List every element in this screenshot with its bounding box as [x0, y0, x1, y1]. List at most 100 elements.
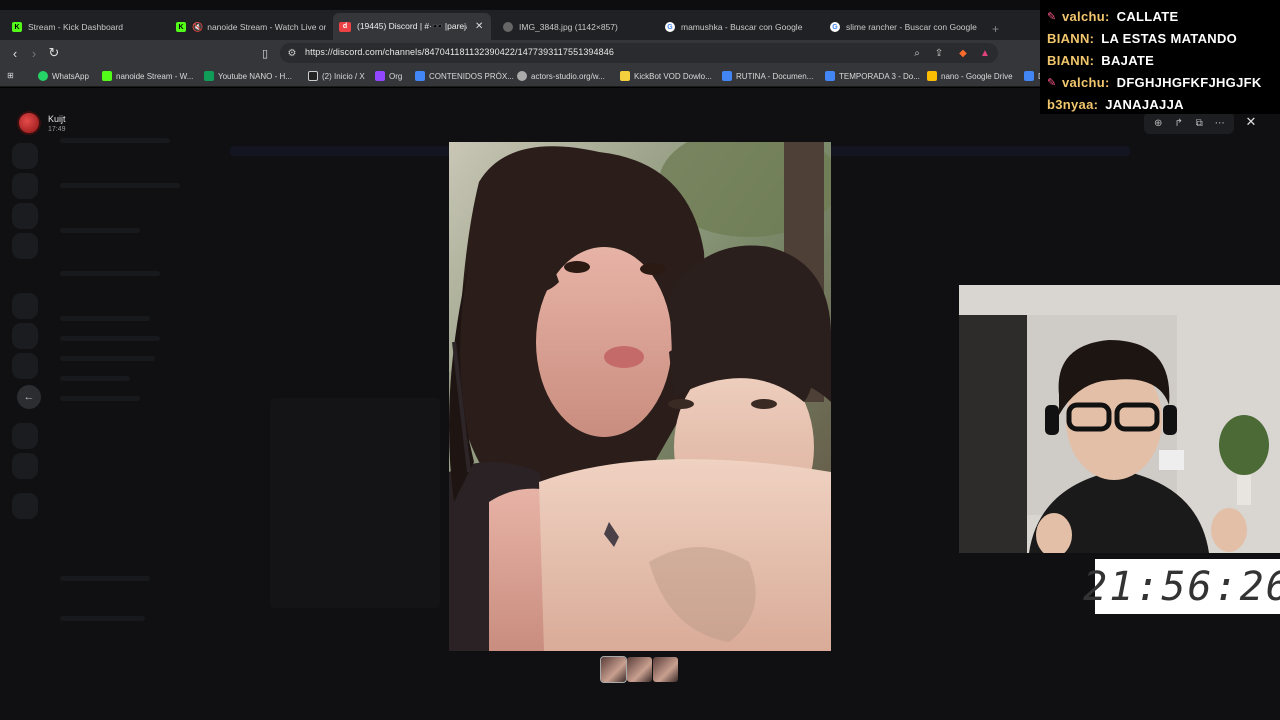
- server-icon: [12, 493, 38, 519]
- site-info-icon[interactable]: ⚙: [285, 46, 299, 60]
- docs-icon: [825, 71, 835, 81]
- server-icon: [12, 453, 38, 479]
- uploader-name[interactable]: Kuijt: [48, 114, 66, 124]
- kick-icon: K: [176, 22, 186, 32]
- image-preview[interactable]: [449, 142, 831, 651]
- share-icon[interactable]: ⇪: [932, 46, 946, 60]
- back-button[interactable]: ‹: [6, 44, 24, 62]
- bookmark-item[interactable]: KickBot VOD Dowlo...: [620, 71, 712, 81]
- kickbot-icon: [620, 71, 630, 81]
- zoom-icon[interactable]: ⌕: [910, 46, 924, 60]
- server-icon: [12, 203, 38, 229]
- bookmark-item[interactable]: Org: [375, 71, 402, 81]
- tab-title: (19445) Discord | #·🕶️ |parejas: [357, 21, 467, 31]
- channel-item: [60, 138, 170, 143]
- close-viewer-button[interactable]: ✕: [1241, 112, 1261, 132]
- message-attachment: [270, 398, 440, 608]
- zoom-in-icon[interactable]: ⊕: [1150, 115, 1166, 131]
- bookmark-label: WhatsApp: [52, 71, 89, 81]
- bookmark-item[interactable]: Youtube NANO - H...: [204, 71, 292, 81]
- kick-icon: K: [12, 22, 22, 32]
- server-icon: [12, 323, 38, 349]
- chat-username: valchu:: [1062, 8, 1110, 24]
- chat-message: ✎ valchu: DFGHJHGFKFJHGJFK: [1047, 71, 1280, 93]
- server-icon: [12, 293, 38, 319]
- uploader-info: Kuijt 17:49: [17, 111, 66, 135]
- bookmark-icon[interactable]: ▯: [256, 44, 274, 62]
- open-external-icon[interactable]: ⧉: [1191, 115, 1207, 131]
- tab-title: slime rancher - Buscar con Google: [846, 22, 977, 32]
- chat-username: valchu:: [1062, 74, 1110, 90]
- bookmark-label: KickBot VOD Dowlo...: [634, 71, 712, 81]
- chat-text: DFGHJHGFKFJHGJFK: [1116, 74, 1262, 90]
- viewer-toolbar: ⊕ ↱ ⧉ ⋯: [1144, 112, 1234, 134]
- reload-button[interactable]: ↻: [45, 44, 63, 62]
- chat-text: LA ESTAS MATANDO: [1101, 30, 1238, 46]
- bookmark-label: Youtube NANO - H...: [218, 71, 292, 81]
- browser-tab[interactable]: K 🔇 nanoide Stream - Watch Live on: [176, 16, 326, 38]
- globe-icon: [517, 71, 527, 81]
- browser-tab-active[interactable]: d (19445) Discord | #·🕶️ |parejas ✕: [333, 13, 491, 40]
- bookmark-item[interactable]: WhatsApp: [38, 71, 89, 81]
- bookmark-item[interactable]: nanoide Stream - W...: [102, 71, 193, 81]
- server-icon: [12, 233, 38, 259]
- apps-grid-icon[interactable]: ⊞: [7, 71, 14, 80]
- bookmark-item[interactable]: TEMPORADA 3 - Do...: [825, 71, 920, 81]
- bookmark-label: RUTINA - Documen...: [736, 71, 814, 81]
- twitch-icon: [375, 71, 385, 81]
- channel-item: [60, 616, 145, 621]
- browser-tab[interactable]: G slime rancher - Buscar con Google: [830, 16, 985, 38]
- channel-item: [60, 376, 130, 381]
- browser-tab[interactable]: IMG_3848.jpg (1142×857): [503, 16, 653, 38]
- close-tab-icon[interactable]: ✕: [475, 21, 483, 32]
- channel-item: [60, 336, 160, 341]
- previous-image-button[interactable]: ←: [17, 385, 41, 409]
- google-icon: G: [665, 22, 675, 32]
- chat-message: ✎ valchu: CALLATE: [1047, 5, 1280, 27]
- bookmark-item[interactable]: actors-studio.org/w...: [517, 71, 605, 81]
- docs-icon: [1024, 71, 1034, 81]
- rewards-icon[interactable]: ▲: [978, 46, 992, 60]
- address-bar[interactable]: ⚙ https://discord.com/channels/847041181…: [280, 43, 998, 63]
- drive-icon: [927, 71, 937, 81]
- x-icon: [308, 71, 318, 81]
- browser-tab[interactable]: G mamushka - Buscar con Google: [665, 16, 820, 38]
- pencil-badge-icon: ✎: [1047, 76, 1057, 89]
- chat-message: b3nyaa: JANAJAJJA: [1047, 93, 1280, 115]
- more-options-icon[interactable]: ⋯: [1212, 115, 1228, 131]
- channel-item: [60, 316, 150, 321]
- avatar[interactable]: [17, 111, 41, 135]
- bookmark-item[interactable]: nano - Google Drive: [927, 71, 1013, 81]
- browser-tab[interactable]: K Stream - Kick Dashboard: [12, 16, 162, 38]
- channel-item: [60, 271, 160, 276]
- new-tab-button[interactable]: +: [992, 22, 999, 36]
- brave-shield-icon[interactable]: ◆: [956, 46, 970, 60]
- muted-speaker-icon[interactable]: 🔇: [192, 22, 203, 33]
- tab-title: Stream - Kick Dashboard: [28, 22, 123, 32]
- forward-share-icon[interactable]: ↱: [1171, 115, 1187, 131]
- server-icon: [12, 353, 38, 379]
- sheets-icon: [204, 71, 214, 81]
- chat-username: BIANN:: [1047, 30, 1095, 46]
- bookmark-item[interactable]: CONTENIDOS PRÓX...: [415, 71, 514, 81]
- thumbnail[interactable]: [653, 657, 678, 682]
- thumbnail[interactable]: [600, 656, 627, 683]
- bookmark-label: TEMPORADA 3 - Do...: [839, 71, 920, 81]
- channel-item: [60, 356, 155, 361]
- chat-text: JANAJAJJA: [1105, 96, 1184, 112]
- kick-icon: [102, 71, 112, 81]
- url-text[interactable]: https://discord.com/channels/84704118113…: [305, 47, 614, 57]
- thumbnail[interactable]: [627, 657, 652, 682]
- chat-text: CALLATE: [1116, 8, 1179, 24]
- bookmark-label: CONTENIDOS PRÓX...: [429, 71, 514, 81]
- docs-icon: [722, 71, 732, 81]
- bookmark-item[interactable]: RUTINA - Documen...: [722, 71, 813, 81]
- bookmark-item[interactable]: (2) Inicio / X: [308, 71, 365, 81]
- server-icon: [12, 423, 38, 449]
- bookmark-label: nanoide Stream - W...: [116, 71, 194, 81]
- channel-item: [60, 183, 180, 188]
- chat-username: b3nyaa:: [1047, 96, 1099, 112]
- webcam-overlay: [959, 285, 1280, 553]
- forward-button[interactable]: ›: [25, 44, 43, 62]
- webcam-illustration: [959, 285, 1280, 553]
